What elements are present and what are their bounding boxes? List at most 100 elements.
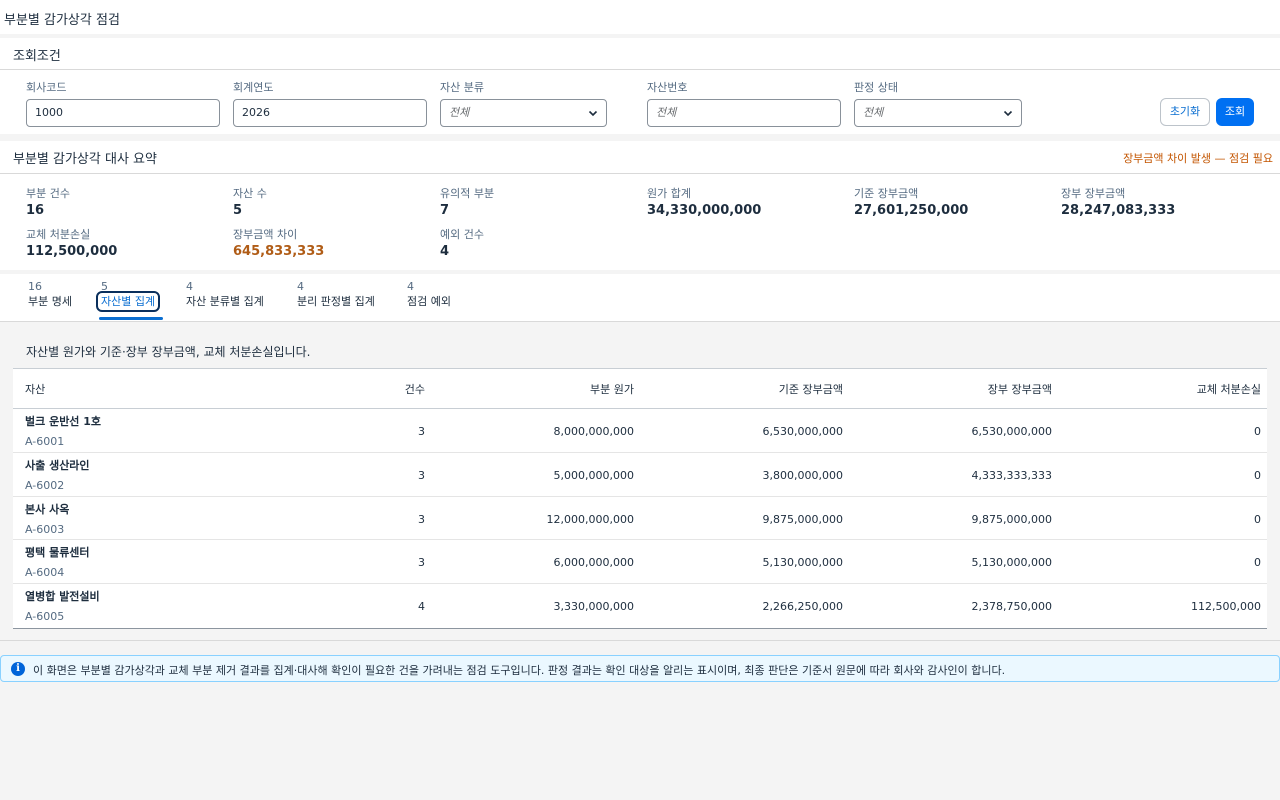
cell-part-cost: 6,000,000,000 [553, 556, 634, 570]
kpi-value: 4 [440, 244, 450, 259]
cell-count: 3 [418, 468, 425, 482]
company-code-input[interactable]: 1000 [26, 99, 220, 127]
column-header-part-cost[interactable]: 부분 원가 [590, 381, 634, 397]
kpi-label: 기준 장부금액 [854, 187, 919, 200]
column-header-replacement-loss[interactable]: 교체 처분손실 [1197, 381, 1261, 397]
kpi-label: 예외 건수 [440, 228, 484, 241]
status-label: 판정 상태 [854, 81, 898, 94]
kpi-value-warning: 645,833,333 [233, 244, 325, 259]
page-header: 부분별 감가상각 점검 [0, 0, 1280, 34]
tab-count: 4 [407, 280, 414, 293]
filter-section: 조회조건 회사코드 1000 회계연도 2026 자산 분류 전체 자산번호 전… [0, 38, 1280, 134]
asset-name: 벌크 운반선 1호 [25, 415, 102, 428]
fiscal-year-input[interactable]: 2026 [233, 99, 427, 127]
tab-asset-summary[interactable]: 5 자산별 집계 [95, 280, 161, 320]
tab-label: 점검 예외 [407, 295, 451, 308]
asset-id: A-6003 [25, 522, 65, 536]
content-description: 자산별 원가와 기준·장부 장부금액, 교체 처분손실입니다. [26, 345, 311, 359]
cell-replacement-loss: 112,500,000 [1191, 600, 1261, 614]
asset-class-select[interactable]: 전체 [440, 99, 607, 127]
cell-replacement-loss: 0 [1254, 425, 1261, 438]
kpi-value: 5 [233, 203, 243, 218]
table-row[interactable]: 사출 생산라인 A-6002 3 5,000,000,000 3,800,000,000… [13, 453, 1267, 497]
asset-id: A-6001 [25, 435, 65, 448]
info-message-strip: i 이 화면은 부분별 감가상각과 교체 부분 제거 결과를 집계·대사해 확인… [0, 655, 1280, 682]
tab-count: 4 [186, 280, 193, 293]
tab-bar: 16 부분 명세 5 자산별 집계 4 자산 분류별 집계 4 분리 판정별 집… [0, 274, 1280, 322]
cell-ledger-book-value: 2,378,750,000 [971, 600, 1052, 614]
divider [0, 173, 1280, 174]
cell-part-cost: 5,000,000,000 [553, 468, 634, 482]
kpi-value: 34,330,000,000 [647, 203, 762, 218]
cell-replacement-loss: 0 [1254, 556, 1261, 570]
active-tab-indicator [99, 317, 163, 320]
kpi-label: 원가 합계 [647, 187, 691, 200]
table-row[interactable]: 평택 물류센터 A-6004 3 6,000,000,000 5,130,000,000… [13, 540, 1267, 585]
asset-class-value: 전체 [449, 106, 470, 119]
kpi-value: 27,601,250,000 [854, 203, 969, 218]
tab-label: 자산별 집계 [95, 291, 161, 312]
asset-summary-table: 자산 건수 부분 원가 기준 장부금액 장부 장부금액 교체 처분손실 벌크 운… [13, 368, 1267, 629]
search-button[interactable]: 조회 [1216, 98, 1254, 126]
cell-part-cost: 12,000,000,000 [546, 512, 634, 526]
table-body: 벌크 운반선 1호 A-6001 3 8,000,000,000 6,530,000,0… [13, 409, 1267, 628]
tab-count: 16 [28, 280, 42, 293]
fiscal-year-label: 회계연도 [233, 81, 274, 94]
chevron-down-icon [1003, 110, 1013, 117]
status-select[interactable]: 전체 [854, 99, 1022, 127]
tab-label: 부분 명세 [28, 295, 72, 308]
tab-label: 자산 분류별 집계 [186, 295, 264, 308]
cell-ledger-book-value: 9,875,000,000 [971, 512, 1052, 526]
cell-count: 3 [418, 425, 425, 438]
asset-name: 본사 사옥 [25, 502, 70, 516]
kpi-label: 유의적 부분 [440, 187, 495, 200]
filter-section-title: 조회조건 [13, 49, 61, 64]
asset-id: A-6002 [25, 478, 65, 492]
asset-name: 평택 물류센터 [25, 546, 90, 560]
table-row[interactable]: 본사 사옥 A-6003 3 12,000,000,000 9,875,000,000 9… [13, 497, 1267, 541]
tab-count: 5 [101, 280, 108, 293]
asset-number-input[interactable]: 전체 [647, 99, 841, 127]
asset-id: A-6005 [25, 610, 65, 624]
tab-separation-summary[interactable]: 4 분리 판정별 집계 [297, 280, 375, 320]
tab-asset-class-summary[interactable]: 4 자산 분류별 집계 [186, 280, 264, 320]
kpi-value: 112,500,000 [26, 244, 118, 259]
tab-part-details[interactable]: 16 부분 명세 [28, 280, 72, 320]
table-header: 자산 건수 부분 원가 기준 장부금액 장부 장부금액 교체 처분손실 [13, 369, 1267, 409]
page-title: 부분별 감가상각 점검 [4, 13, 120, 28]
kpi-label: 자산 수 [233, 187, 267, 200]
column-header-base-book-value[interactable]: 기준 장부금액 [779, 381, 843, 397]
cell-base-book-value: 9,875,000,000 [762, 512, 843, 526]
divider [0, 640, 1280, 641]
cell-ledger-book-value: 5,130,000,000 [971, 556, 1052, 570]
status-value: 전체 [863, 106, 884, 119]
cell-count: 3 [418, 556, 425, 570]
cell-ledger-book-value: 6,530,000,000 [971, 425, 1052, 438]
cell-base-book-value: 5,130,000,000 [762, 556, 843, 570]
tab-count: 4 [297, 280, 304, 293]
cell-base-book-value: 2,266,250,000 [762, 600, 843, 614]
table-row[interactable]: 열병합 발전설비 A-6005 4 3,330,000,000 2,266,250,00… [13, 584, 1267, 628]
cell-replacement-loss: 0 [1254, 468, 1261, 482]
tab-exceptions[interactable]: 4 점검 예외 [407, 280, 451, 320]
cell-base-book-value: 6,530,000,000 [762, 425, 843, 438]
chevron-down-icon [588, 110, 598, 117]
column-header-asset[interactable]: 자산 [25, 381, 45, 397]
asset-class-label: 자산 분류 [440, 81, 484, 94]
reset-button[interactable]: 초기화 [1160, 98, 1210, 126]
column-header-ledger-book-value[interactable]: 장부 장부금액 [988, 381, 1052, 397]
asset-name: 열병합 발전설비 [25, 590, 100, 604]
cell-count: 3 [418, 512, 425, 526]
cell-base-book-value: 3,800,000,000 [762, 468, 843, 482]
summary-section-title: 부분별 감가상각 대사 요약 [13, 152, 157, 167]
cell-count: 4 [418, 600, 425, 614]
cell-part-cost: 8,000,000,000 [553, 425, 634, 438]
column-header-count[interactable]: 건수 [405, 381, 425, 397]
kpi-value: 16 [26, 203, 45, 218]
asset-number-label: 자산번호 [647, 81, 688, 94]
warning-message: 장부금액 차이 발생 — 점검 필요 [1123, 152, 1273, 165]
table-row[interactable]: 벌크 운반선 1호 A-6001 3 8,000,000,000 6,530,000,0… [13, 409, 1267, 453]
company-code-label: 회사코드 [26, 81, 67, 94]
tab-label: 분리 판정별 집계 [297, 295, 375, 308]
divider [0, 69, 1280, 70]
